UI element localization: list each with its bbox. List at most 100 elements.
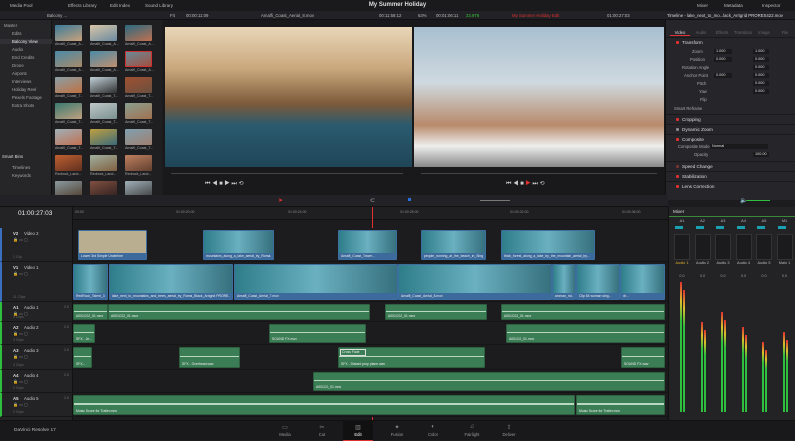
source-clip-name[interactable]: Amalfi_Coast_Aerial_8.mov — [261, 13, 314, 18]
clip-thumbnail[interactable] — [55, 155, 82, 171]
channel-fader-area[interactable] — [776, 234, 793, 260]
audio-clip[interactable]: A001C02_01.mov — [73, 304, 108, 320]
page-tab-deliver[interactable]: ⇪ Deliver — [494, 421, 524, 441]
composite-section[interactable]: Composite — [666, 134, 795, 144]
video-clip[interactable]: lake_next_to_mountains_and_trees_aerial_… — [109, 264, 233, 300]
dynamic-zoom-section[interactable]: Dynamic Zoom — [666, 124, 795, 134]
anchor-y-field[interactable]: 0.000 — [753, 73, 769, 78]
audio-clip[interactable]: SFX... — [73, 347, 92, 368]
channel-fader-area[interactable] — [735, 234, 752, 260]
track-header-v1[interactable]: V1 Video 1 🔒 ▭ ▢ 11 Clips — [0, 262, 73, 302]
tab-video[interactable]: Video — [670, 30, 690, 36]
clip-thumbnail[interactable] — [55, 51, 82, 67]
track-header-v2[interactable]: V2 Video 2 🔒 ▭ ▢ 1 Clip — [0, 228, 73, 262]
video-clip[interactable]: dr... — [620, 264, 665, 300]
opacity-field[interactable]: 100.00 — [753, 152, 769, 157]
page-tab-media[interactable]: ▭ Media — [270, 421, 300, 441]
video-clip[interactable]: Lower 3rd Simple Underline — [78, 230, 147, 260]
video-clip[interactable]: woman_rid... — [552, 264, 576, 300]
clip-thumbnail[interactable] — [125, 129, 152, 145]
bin-item[interactable]: Extra Shots — [12, 103, 34, 108]
zoom-y-field[interactable]: 1.000 — [753, 49, 769, 54]
position-x-field[interactable]: 0.000 — [714, 57, 732, 62]
audio-clip[interactable]: A001C02_01.mov — [501, 304, 665, 320]
audio-clip[interactable]: SFX - Overhead.wav — [179, 347, 240, 368]
video-clip[interactable]: Amalfi_Coast_Aerial_8.mov — [398, 264, 552, 300]
bin-item[interactable]: Edits — [12, 31, 22, 36]
audio-clip[interactable]: A001C02_01.mov — [108, 304, 370, 320]
bin-item[interactable]: Pexels Footage — [12, 95, 42, 100]
audio-clip[interactable]: A001C0_01.mov — [313, 372, 665, 391]
mixer-button[interactable]: Mixer — [697, 3, 708, 8]
channel-input-badge[interactable] — [695, 226, 704, 229]
channel-input-badge[interactable] — [675, 226, 683, 229]
program-scrubber[interactable] — [421, 173, 657, 174]
clip-thumbnail[interactable] — [90, 51, 117, 67]
tab-file[interactable]: File — [775, 30, 795, 35]
video-clip[interactable]: thick_forest_along_a_lake_by_the_mountai… — [501, 230, 595, 260]
audio-clip[interactable]: A001C02_01.mov — [385, 304, 487, 320]
audio-clip[interactable]: Music Score for Trailer.mov — [576, 395, 665, 415]
clip-thumbnail[interactable] — [125, 155, 152, 171]
audio-clip[interactable]: SOUND FX.wav — [621, 347, 665, 368]
bin-item[interactable]: Audio — [12, 47, 23, 52]
tab-effects[interactable]: Effects — [712, 30, 732, 35]
yaw-field[interactable]: 0.000 — [753, 89, 769, 94]
channel-input-badge[interactable] — [736, 226, 745, 229]
clip-thumbnail[interactable] — [125, 103, 152, 119]
composite-mode-select[interactable]: Normal — [710, 144, 768, 149]
volume-slider[interactable] — [746, 200, 770, 201]
track-controls[interactable]: 🔒 ▭ ▢ — [13, 402, 28, 407]
tab-transition[interactable]: Transition — [733, 30, 753, 35]
video-clip[interactable]: Amalfi_Coast_Aerial_7.mov — [234, 264, 398, 300]
stabilization-section[interactable]: Stabilization — [666, 171, 795, 181]
bin-item[interactable]: Drone — [12, 63, 24, 68]
source-fit[interactable]: Fit — [170, 13, 175, 18]
page-tab-edit[interactable]: ▥ Edit — [343, 421, 373, 441]
program-zoom[interactable]: 63% — [418, 13, 427, 18]
audio-clip[interactable]: SOUND FX.mov — [269, 324, 366, 343]
cropping-section[interactable]: Cropping — [666, 114, 795, 124]
tab-audio[interactable]: Audio — [691, 30, 711, 35]
bin-item[interactable]: End Credits — [12, 55, 34, 60]
program-transport-controls[interactable]: ⏮ ◀ ■ ▶ ⏭ ⟲ — [506, 180, 545, 188]
audio-clip[interactable]: SFX - Je... — [73, 324, 95, 343]
track-controls[interactable]: 🔒 ▭ ▢ — [13, 331, 28, 336]
video-clip[interactable]: people_running_at_the_beach_in_Sing... — [421, 230, 486, 260]
smart-bin-item[interactable]: Timelines — [12, 165, 30, 170]
video-clip[interactable]: RedRock_Talent_3... — [73, 264, 108, 300]
track-controls[interactable]: 🔒 ▭ ▢ — [13, 354, 28, 359]
lens-correction-section[interactable]: Lens Correction — [666, 181, 795, 191]
channel-input-badge[interactable] — [757, 226, 765, 229]
rotation-field[interactable]: 0.000 — [753, 65, 769, 70]
bin-item[interactable]: Interviews — [12, 79, 31, 84]
anchor-x-field[interactable]: 0.000 — [714, 73, 732, 78]
source-transport-controls[interactable]: ⏮ ◀ ■ ▶ ⏭ ⟲ — [205, 180, 244, 188]
track-header-a5[interactable]: A5 Audio 5 2.0 🔒 ▭ ▢ 2 Clips — [0, 393, 73, 417]
channel-fader-area[interactable] — [715, 234, 731, 260]
zoom-x-field[interactable]: 1.000 — [714, 49, 732, 54]
zoom-slider[interactable] — [480, 200, 510, 201]
page-tab-color[interactable]: ◐ Color — [418, 421, 448, 441]
track-header-a2[interactable]: A2 Audio 2 2.0 🔒 ▭ ▢ 3 Clips — [0, 322, 73, 345]
track-header-a3[interactable]: A3 Audio 3 2.0 🔒 ▭ ▢ 3 Clips — [0, 345, 73, 370]
video-clip[interactable]: Clip 84 woman sing... — [576, 264, 620, 300]
source-scrubber[interactable] — [171, 173, 403, 174]
clip-thumbnail[interactable] — [90, 25, 117, 41]
channel-input-badge[interactable] — [716, 226, 724, 229]
video-clip[interactable]: mountains_along_a_lake_aerial_by_Roma... — [203, 230, 274, 260]
tab-image[interactable]: Image — [754, 30, 774, 35]
timeline-name[interactable]: My Summer Holiday Edit — [512, 13, 559, 18]
transform-section[interactable]: Transform — [666, 37, 795, 47]
clip-thumbnail[interactable] — [55, 77, 82, 93]
channel-fader-area[interactable] — [756, 234, 772, 260]
bin-master[interactable]: Master — [4, 23, 17, 28]
smart-reframe-section[interactable]: Smart Reframe — [674, 106, 702, 111]
clip-thumbnail[interactable] — [90, 155, 117, 171]
smart-bin-item[interactable]: Keywords — [12, 173, 31, 178]
position-y-field[interactable]: 0.000 — [753, 57, 769, 62]
selection-tool-icon[interactable]: ➤ — [278, 197, 283, 204]
clip-thumbnail[interactable] — [90, 103, 117, 119]
clip-thumbnail[interactable] — [125, 25, 152, 41]
audio-clip[interactable]: Music Score for Trailer.mov — [73, 395, 575, 415]
